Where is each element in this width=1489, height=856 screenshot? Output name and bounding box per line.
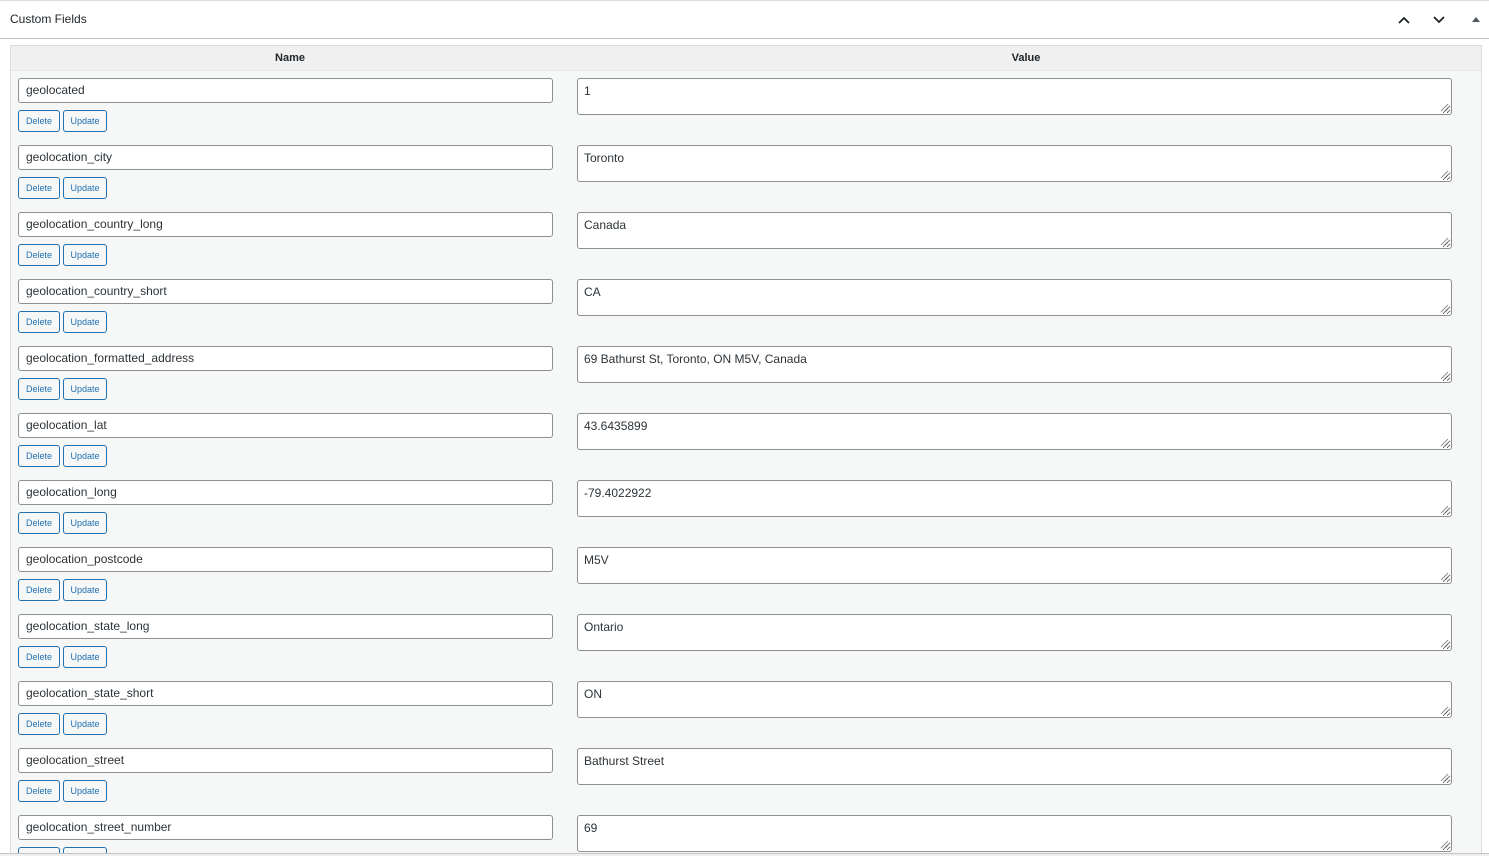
move-down-button[interactable] [1426, 7, 1452, 33]
table-row: geolocation_long Delete Update -79.40229… [11, 480, 1481, 547]
resize-grip-icon[interactable] [1440, 706, 1449, 715]
delete-button[interactable]: Delete [18, 847, 60, 853]
resize-grip-icon[interactable] [1440, 773, 1449, 782]
field-name-input[interactable]: geolocation_state_long [18, 614, 553, 639]
field-name-input[interactable]: geolocation_street [18, 748, 553, 773]
custom-fields-panel: Custom Fields Name Value geolocated Dele… [0, 0, 1489, 854]
resize-grip-icon[interactable] [1440, 639, 1449, 648]
table-row: geolocation_country_long Delete Update C… [11, 212, 1481, 279]
field-value-textarea[interactable]: 69 Bathurst St, Toronto, ON M5V, Canada [577, 346, 1452, 383]
table-row: geolocation_country_short Delete Update … [11, 279, 1481, 346]
update-button[interactable]: Update [63, 311, 107, 333]
field-name-input[interactable]: geolocation_formatted_address [18, 346, 553, 371]
field-value-textarea[interactable]: ON [577, 681, 1452, 718]
field-name-input[interactable]: geolocation_country_long [18, 212, 553, 237]
table-row: geolocation_street Delete Update Bathurs… [11, 748, 1481, 815]
field-value-text: Toronto [584, 151, 625, 165]
delete-button[interactable]: Delete [18, 646, 60, 668]
field-value-text: 69 Bathurst St, Toronto, ON M5V, Canada [584, 352, 807, 366]
panel-header: Custom Fields [0, 1, 1489, 39]
move-up-button[interactable] [1391, 7, 1417, 33]
resize-grip-icon[interactable] [1440, 505, 1449, 514]
resize-grip-icon[interactable] [1440, 103, 1449, 112]
panel-title: Custom Fields [10, 12, 87, 26]
update-button[interactable]: Update [63, 847, 107, 853]
resize-grip-icon[interactable] [1440, 572, 1449, 581]
field-value-text: 69 [584, 821, 598, 835]
value-column-header: Value [1011, 52, 1041, 64]
update-button[interactable]: Update [63, 110, 107, 132]
triangle-up-icon [1472, 17, 1480, 22]
table-row: geolocation_lat Delete Update 43.6435899 [11, 413, 1481, 480]
field-value-textarea[interactable]: Toronto [577, 145, 1452, 182]
resize-grip-icon[interactable] [1440, 371, 1449, 380]
field-value-text: 43.6435899 [584, 419, 648, 433]
update-button[interactable]: Update [63, 780, 107, 802]
field-value-textarea[interactable]: 43.6435899 [577, 413, 1452, 450]
field-value-text: -79.4022922 [584, 486, 652, 500]
table-header: Name Value [11, 46, 1481, 71]
resize-grip-icon[interactable] [1440, 840, 1449, 849]
delete-button[interactable]: Delete [18, 378, 60, 400]
field-name-input[interactable]: geolocation_country_short [18, 279, 553, 304]
field-value-textarea[interactable]: Canada [577, 212, 1452, 249]
field-value-text: M5V [584, 553, 609, 567]
name-column-header: Name [275, 52, 305, 64]
field-value-text: Ontario [584, 620, 624, 634]
update-button[interactable]: Update [63, 445, 107, 467]
table-row: geolocation_state_long Delete Update Ont… [11, 614, 1481, 681]
delete-button[interactable]: Delete [18, 244, 60, 266]
table-row: geolocation_state_short Delete Update ON [11, 681, 1481, 748]
delete-button[interactable]: Delete [18, 780, 60, 802]
field-value-textarea[interactable]: Bathurst Street [577, 748, 1452, 785]
chevron-down-icon [1433, 16, 1445, 24]
update-button[interactable]: Update [63, 646, 107, 668]
field-value-text: Bathurst Street [584, 754, 665, 768]
field-value-text: ON [584, 687, 602, 701]
field-value-textarea[interactable]: M5V [577, 547, 1452, 584]
resize-grip-icon[interactable] [1440, 170, 1449, 179]
field-value-textarea[interactable]: Ontario [577, 614, 1452, 651]
chevron-up-icon [1398, 16, 1410, 24]
resize-grip-icon[interactable] [1440, 304, 1449, 313]
delete-button[interactable]: Delete [18, 110, 60, 132]
field-name-input[interactable]: geolocation_street_number [18, 815, 553, 840]
delete-button[interactable]: Delete [18, 445, 60, 467]
field-value-text: CA [584, 285, 601, 299]
field-name-input[interactable]: geolocation_lat [18, 413, 553, 438]
update-button[interactable]: Update [63, 244, 107, 266]
resize-grip-icon[interactable] [1440, 237, 1449, 246]
field-name-input[interactable]: geolocation_postcode [18, 547, 553, 572]
update-button[interactable]: Update [63, 713, 107, 735]
table-row: geolocation_formatted_address Delete Upd… [11, 346, 1481, 413]
table-row: geolocation_street_number Delete Update … [11, 815, 1481, 853]
toggle-panel-button[interactable] [1463, 7, 1489, 33]
resize-grip-icon[interactable] [1440, 438, 1449, 447]
table-row: geolocation_city Delete Update Toronto [11, 145, 1481, 212]
field-value-textarea[interactable]: CA [577, 279, 1452, 316]
field-name-input[interactable]: geolocated [18, 78, 553, 103]
delete-button[interactable]: Delete [18, 512, 60, 534]
delete-button[interactable]: Delete [18, 311, 60, 333]
field-value-text: Canada [584, 218, 627, 232]
field-value-textarea[interactable]: 1 [577, 78, 1452, 115]
field-name-input[interactable]: geolocation_state_short [18, 681, 553, 706]
delete-button[interactable]: Delete [18, 177, 60, 199]
delete-button[interactable]: Delete [18, 713, 60, 735]
delete-button[interactable]: Delete [18, 579, 60, 601]
table-row: geolocation_postcode Delete Update M5V [11, 547, 1481, 614]
field-value-textarea[interactable]: -79.4022922 [577, 480, 1452, 517]
update-button[interactable]: Update [63, 177, 107, 199]
field-name-input[interactable]: geolocation_city [18, 145, 553, 170]
custom-fields-table: Name Value geolocated Delete Update 1 ge… [10, 45, 1482, 853]
update-button[interactable]: Update [63, 378, 107, 400]
field-value-text: 1 [584, 84, 591, 98]
table-row: geolocated Delete Update 1 [11, 78, 1481, 145]
update-button[interactable]: Update [63, 579, 107, 601]
field-value-textarea[interactable]: 69 [577, 815, 1452, 852]
update-button[interactable]: Update [63, 512, 107, 534]
field-name-input[interactable]: geolocation_long [18, 480, 553, 505]
